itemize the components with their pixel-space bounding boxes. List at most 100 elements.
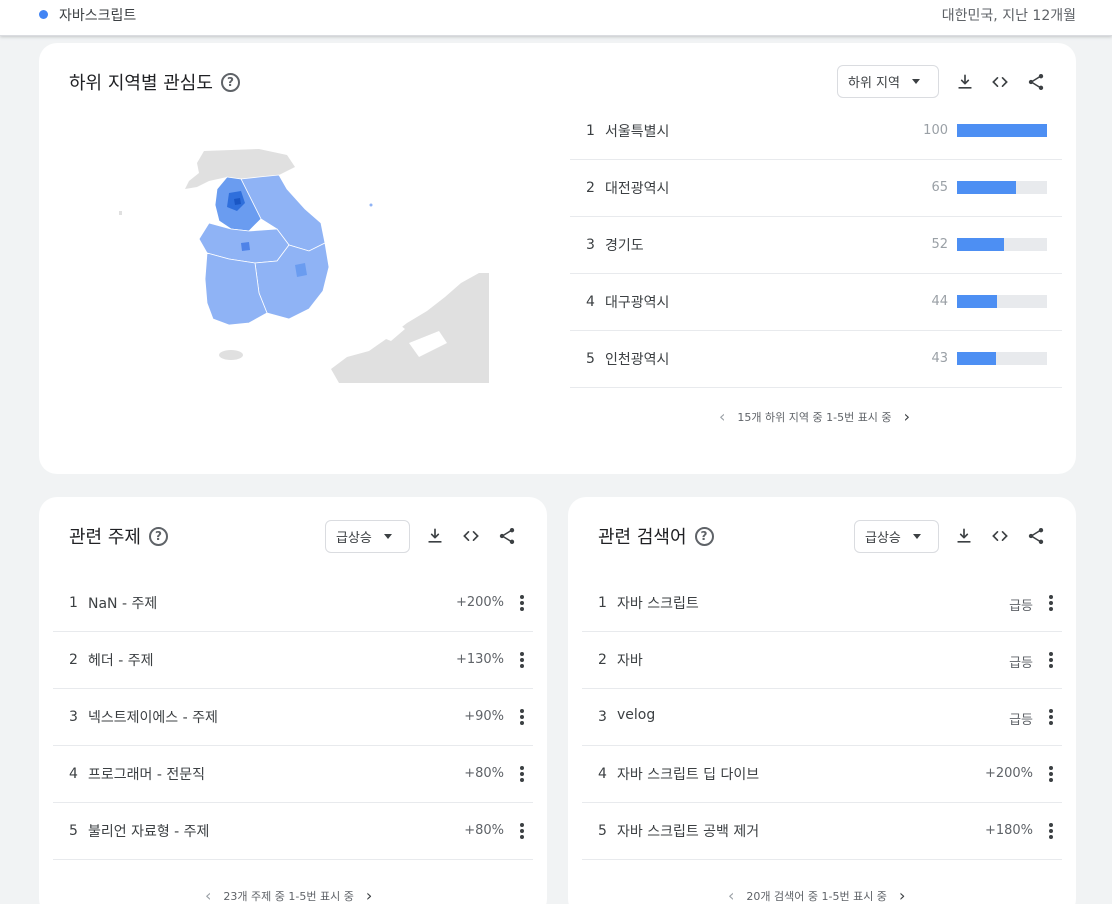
share-icon[interactable] xyxy=(1024,524,1048,548)
more-dot xyxy=(1049,709,1053,713)
map-region-daegu xyxy=(295,263,307,277)
more-dot xyxy=(1049,595,1053,599)
queries-filter-dropdown[interactable]: 급상승 xyxy=(854,520,939,553)
region-row[interactable]: 1 서울특별시 100 xyxy=(570,103,1062,160)
region-score: 52 xyxy=(931,237,948,252)
row-label: 자바 스크립트 xyxy=(617,596,699,612)
queries-card-title: 관련 검색어 ? xyxy=(598,523,714,549)
more-dot xyxy=(1049,664,1053,668)
row-rank: 5 xyxy=(586,351,595,367)
region-score: 43 xyxy=(931,351,948,366)
topics-filter-dropdown[interactable]: 급상승 xyxy=(325,520,410,553)
region-score-bar xyxy=(957,295,1047,308)
embed-code-icon[interactable] xyxy=(988,70,1012,94)
topic-row[interactable]: 4 프로그래머 - 전문직 +80% xyxy=(53,746,533,803)
embed-code-icon[interactable] xyxy=(459,524,483,548)
region-row[interactable]: 3 경기도 52 xyxy=(570,217,1062,274)
map-region-seoul-core xyxy=(234,198,241,205)
row-label: 헤더 - 주제 xyxy=(88,653,154,669)
more-dot xyxy=(520,658,524,662)
row-value: +180% xyxy=(984,823,1033,838)
region-row[interactable]: 2 대전광역시 65 xyxy=(570,160,1062,217)
row-label: 불리언 자료형 - 주제 xyxy=(88,824,210,840)
topic-row[interactable]: 1 NaN - 주제 +200% xyxy=(53,575,533,632)
share-icon[interactable] xyxy=(1024,70,1048,94)
region-map xyxy=(119,149,489,383)
chevron-left-icon[interactable]: ‹ xyxy=(205,886,211,904)
caret-down-icon xyxy=(912,534,921,539)
chevron-left-icon[interactable]: ‹ xyxy=(728,886,734,904)
help-icon[interactable]: ? xyxy=(694,526,714,546)
related-queries-card: 관련 검색어 ? 급상승 1 자바 스크립트 급등 2 자바 급등 3 velog 급등 4 자바 … xyxy=(568,497,1076,904)
search-term-label: 자바스크립트 xyxy=(59,8,137,24)
more-vert-icon[interactable] xyxy=(514,764,530,784)
row-rank: 5 xyxy=(598,823,607,839)
query-row[interactable]: 5 자바 스크립트 공백 제거 +180% xyxy=(582,803,1062,860)
more-vert-icon[interactable] xyxy=(1043,593,1059,613)
topics-filter-dropdown-label: 급상승 xyxy=(336,531,372,546)
region-score-bar xyxy=(957,181,1047,194)
topic-row[interactable]: 5 불리언 자료형 - 주제 +80% xyxy=(53,803,533,860)
row-label: NaN - 주제 xyxy=(88,596,158,612)
more-dot xyxy=(520,664,524,668)
row-value: +130% xyxy=(455,652,504,667)
more-vert-icon[interactable] xyxy=(1043,764,1059,784)
row-rank: 1 xyxy=(598,595,607,611)
topic-row[interactable]: 3 넥스트제이에스 - 주제 +90% xyxy=(53,689,533,746)
help-icon[interactable]: ? xyxy=(148,526,168,546)
region-row[interactable]: 5 인천광역시 43 xyxy=(570,331,1062,388)
download-icon[interactable] xyxy=(423,524,447,548)
row-label: 자바 xyxy=(617,653,643,669)
row-label: 넥스트제이에스 - 주제 xyxy=(88,710,218,726)
more-vert-icon[interactable] xyxy=(1043,821,1059,841)
topic-row[interactable]: 2 헤더 - 주제 +130% xyxy=(53,632,533,689)
more-dot xyxy=(520,721,524,725)
row-value: 급등 xyxy=(1009,599,1033,614)
more-vert-icon[interactable] xyxy=(514,593,530,613)
query-row[interactable]: 1 자바 스크립트 급등 xyxy=(582,575,1062,632)
download-icon[interactable] xyxy=(952,524,976,548)
more-dot xyxy=(1049,778,1053,782)
region-level-dropdown[interactable]: 하위 지역 xyxy=(837,65,939,98)
more-dot xyxy=(1049,835,1053,839)
chevron-right-icon[interactable]: › xyxy=(904,407,910,426)
more-vert-icon[interactable] xyxy=(514,650,530,670)
row-rank: 4 xyxy=(586,294,595,310)
more-vert-icon[interactable] xyxy=(514,821,530,841)
share-icon[interactable] xyxy=(495,524,519,548)
caret-down-icon xyxy=(911,79,920,84)
scope-label: 대한민국, 지난 12개월 xyxy=(941,8,1076,24)
more-dot xyxy=(1049,715,1053,719)
more-vert-icon[interactable] xyxy=(1043,707,1059,727)
row-rank: 3 xyxy=(69,709,78,725)
row-rank: 3 xyxy=(586,237,595,253)
chevron-right-icon[interactable]: › xyxy=(899,886,905,904)
chevron-left-icon[interactable]: ‹ xyxy=(719,407,725,426)
region-score-bar-fill xyxy=(957,352,996,365)
more-dot xyxy=(1049,652,1053,656)
chevron-right-icon[interactable]: › xyxy=(366,886,372,904)
region-pager-text: 15개 하위 지역 중 1-5번 표시 중 xyxy=(737,410,892,424)
more-dot xyxy=(520,829,524,833)
more-dot xyxy=(1049,658,1053,662)
download-icon[interactable] xyxy=(953,70,977,94)
topics-card-title: 관련 주제 ? xyxy=(69,523,168,549)
query-row[interactable]: 2 자바 급등 xyxy=(582,632,1062,689)
region-card-title-text: 하위 지역별 관심도 xyxy=(69,73,213,94)
more-dot xyxy=(1049,829,1053,833)
more-dot xyxy=(520,772,524,776)
more-dot xyxy=(1049,823,1053,827)
embed-code-icon[interactable] xyxy=(988,524,1012,548)
row-rank: 1 xyxy=(69,595,78,611)
more-vert-icon[interactable] xyxy=(514,707,530,727)
region-row[interactable]: 4 대구광역시 44 xyxy=(570,274,1062,331)
query-row[interactable]: 4 자바 스크립트 딥 다이브 +200% xyxy=(582,746,1062,803)
series-color-dot xyxy=(39,10,48,19)
row-value: 급등 xyxy=(1009,656,1033,671)
help-icon[interactable]: ? xyxy=(220,72,240,92)
more-dot xyxy=(1049,772,1053,776)
row-value: 급등 xyxy=(1009,713,1033,728)
query-row[interactable]: 3 velog 급등 xyxy=(582,689,1062,746)
more-vert-icon[interactable] xyxy=(1043,650,1059,670)
row-value: +200% xyxy=(984,766,1033,781)
